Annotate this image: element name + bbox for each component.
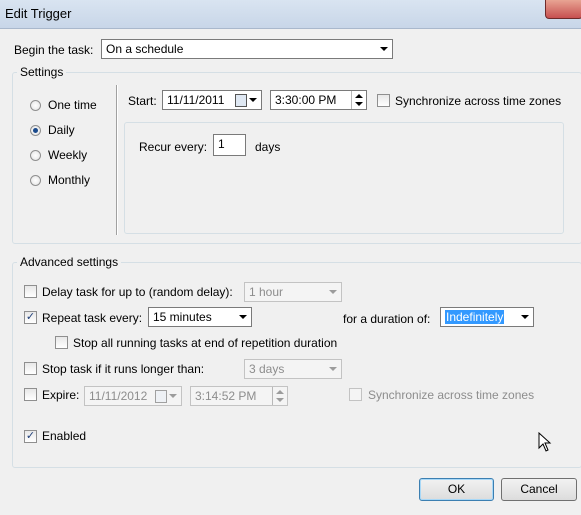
- chevron-down-icon: [329, 290, 337, 294]
- stop-if-longer-checkbox[interactable]: [24, 362, 37, 375]
- radio-one-time-label: One time: [48, 98, 97, 112]
- delay-select[interactable]: 1 hour: [244, 282, 342, 302]
- duration-value: Indefinitely: [445, 310, 505, 324]
- enabled-checkbox[interactable]: ✓: [24, 430, 37, 443]
- advanced-legend: Advanced settings: [17, 255, 122, 269]
- stop-if-longer-value: 3 days: [249, 362, 285, 376]
- repeat-label: Repeat task every:: [42, 311, 143, 325]
- radio-daily[interactable]: [30, 125, 41, 136]
- duration-label: for a duration of:: [343, 312, 431, 326]
- start-time-value: 3:30:00 PM: [275, 93, 337, 107]
- begin-task-value: On a schedule: [106, 42, 184, 56]
- stop-if-longer-label: Stop task if it runs longer than:: [42, 362, 205, 376]
- settings-legend: Settings: [17, 65, 67, 79]
- expire-time-value: 3:14:52 PM: [195, 389, 257, 403]
- chevron-down-icon: [239, 315, 247, 319]
- sync-timezones-label: Synchronize across time zones: [395, 94, 562, 108]
- title-bar: Edit Trigger: [0, 0, 581, 29]
- chevron-down-icon: [380, 47, 388, 51]
- radio-weekly-label: Weekly: [48, 148, 88, 162]
- enabled-label: Enabled: [42, 429, 87, 443]
- radio-daily-label: Daily: [48, 123, 75, 137]
- recur-value: 1: [218, 137, 225, 151]
- start-date-value: 11/11/2011: [167, 93, 225, 107]
- ok-button[interactable]: OK: [419, 478, 494, 501]
- start-label: Start:: [128, 94, 157, 108]
- chevron-down-icon: [249, 98, 257, 102]
- start-time-spinner[interactable]: 3:30:00 PM: [270, 90, 367, 110]
- close-button[interactable]: [545, 0, 581, 19]
- calendar-icon: [235, 94, 247, 107]
- settings-divider: [116, 85, 118, 235]
- mouse-cursor-icon: [538, 432, 552, 452]
- repeat-value: 15 minutes: [153, 310, 212, 324]
- expire-label: Expire:: [42, 388, 80, 402]
- delay-value: 1 hour: [249, 285, 284, 299]
- window-title: Edit Trigger: [5, 6, 72, 21]
- delay-checkbox[interactable]: [24, 285, 37, 298]
- recur-input[interactable]: 1: [213, 134, 246, 156]
- expire-time-spinner[interactable]: 3:14:52 PM: [190, 386, 288, 406]
- expire-sync-label: Synchronize across time zones: [368, 388, 535, 402]
- begin-task-label: Begin the task:: [14, 43, 94, 57]
- repeat-select[interactable]: 15 minutes: [148, 307, 252, 327]
- recur-panel: [124, 122, 564, 234]
- repeat-checkbox[interactable]: ✓: [24, 311, 37, 324]
- chevron-down-icon: [169, 394, 177, 398]
- recur-label: Recur every:: [139, 140, 208, 154]
- expire-date-value: 11/11/2012: [89, 389, 148, 403]
- expire-checkbox[interactable]: [24, 388, 37, 401]
- spinner-icon[interactable]: [272, 387, 287, 405]
- duration-select[interactable]: Indefinitely: [440, 307, 534, 327]
- chevron-down-icon: [329, 367, 337, 371]
- expire-date-picker[interactable]: 11/11/2012: [84, 386, 182, 406]
- stop-all-label: Stop all running tasks at end of repetit…: [73, 336, 338, 350]
- expire-sync-checkbox[interactable]: [349, 388, 362, 401]
- spinner-icon[interactable]: [351, 91, 366, 109]
- cancel-button[interactable]: Cancel: [501, 478, 577, 501]
- delay-label: Delay task for up to (random delay):: [42, 285, 233, 299]
- recur-unit: days: [255, 140, 281, 154]
- stop-if-longer-select[interactable]: 3 days: [244, 359, 342, 379]
- radio-monthly[interactable]: [30, 175, 41, 186]
- calendar-icon: [155, 390, 167, 403]
- stop-all-checkbox[interactable]: [55, 336, 68, 349]
- begin-task-select[interactable]: On a schedule: [101, 39, 393, 59]
- chevron-down-icon: [521, 315, 529, 319]
- radio-monthly-label: Monthly: [48, 173, 91, 187]
- radio-one-time[interactable]: [30, 100, 41, 111]
- radio-weekly[interactable]: [30, 150, 41, 161]
- sync-timezones-checkbox[interactable]: [377, 94, 390, 107]
- start-date-picker[interactable]: 11/11/2011: [162, 90, 262, 110]
